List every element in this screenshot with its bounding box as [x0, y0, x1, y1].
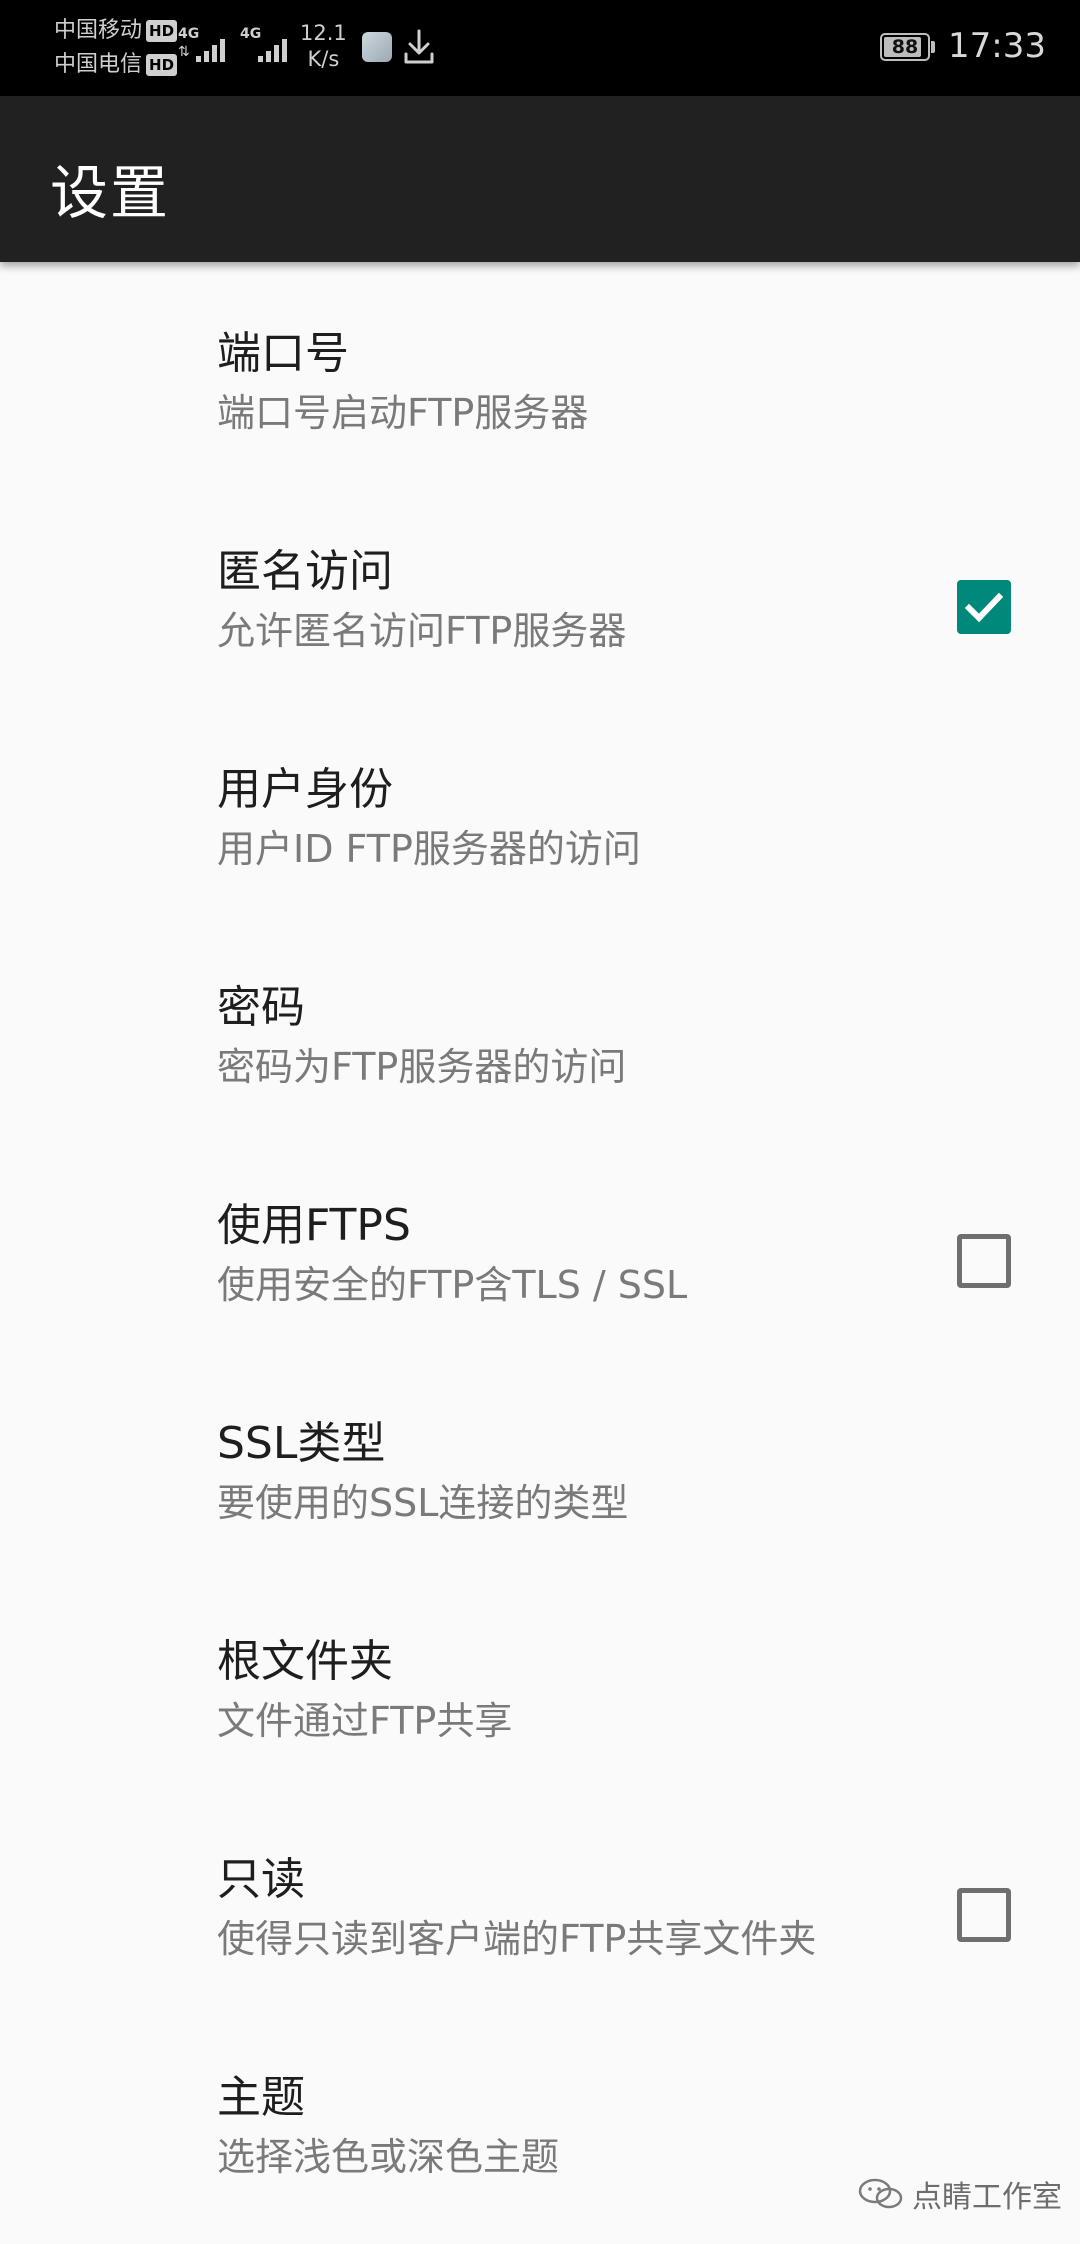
setting-use-ftps[interactable]: 使用FTPS 使用安全的FTP含TLS / SSL [0, 1134, 1080, 1352]
carrier-row: 中国电信 HD [54, 48, 178, 82]
network-speed-value: 12.1 [300, 21, 347, 45]
setting-title: 根文件夹 [217, 1636, 393, 1687]
setting-title: SSL类型 [217, 1418, 386, 1469]
setting-password[interactable]: 密码 密码为FTP服务器的访问 [0, 916, 1080, 1134]
battery-icon: 88 [880, 33, 930, 61]
setting-user-id[interactable]: 用户身份 用户ID FTP服务器的访问 [0, 698, 1080, 916]
carrier-row: 中国移动 HD [54, 14, 178, 48]
status-clock: 17:33 [948, 26, 1046, 66]
battery-percent: 88 [891, 36, 919, 58]
setting-title: 主题 [217, 2072, 305, 2123]
screen: 中国移动 HD 中国电信 HD 4G ⇅ 4G 12.1 K/s 88 17:3… [0, 0, 1080, 2244]
signal-strength-icon: 4G [240, 26, 300, 66]
watermark-text: 点睛工作室 [912, 2180, 1062, 2215]
network-speed-unit: K/s [307, 47, 340, 71]
setting-root-folder[interactable]: 根文件夹 文件通过FTP共享 [0, 1570, 1080, 1788]
setting-summary: 端口号启动FTP服务器 [217, 391, 589, 435]
watermark: 点睛工作室 [858, 2172, 1062, 2216]
signal-bars-icon [196, 34, 228, 62]
status-bar: 中国移动 HD 中国电信 HD 4G ⇅ 4G 12.1 K/s 88 17:3… [0, 0, 1080, 96]
page-title: 设置 [50, 159, 171, 227]
data-activity-icon: ⇅ [178, 44, 190, 60]
download-icon [404, 29, 434, 64]
use-ftps-checkbox[interactable] [957, 1234, 1011, 1288]
setting-summary: 使得只读到客户端的FTP共享文件夹 [217, 1917, 817, 1961]
setting-summary: 选择浅色或深色主题 [217, 2135, 560, 2179]
setting-anonymous-access[interactable]: 匿名访问 允许匿名访问FTP服务器 [0, 480, 1080, 698]
carrier-name: 中国电信 [54, 52, 143, 77]
settings-list: 端口号 端口号启动FTP服务器 匿名访问 允许匿名访问FTP服务器 用户身份 用… [0, 262, 1080, 2224]
hd-badge: HD [146, 54, 178, 76]
setting-title: 端口号 [217, 328, 349, 379]
network-speed: 12.1 K/s [300, 20, 347, 72]
anonymous-access-checkbox[interactable] [957, 580, 1011, 634]
app-notification-icon [362, 32, 392, 62]
setting-summary: 使用安全的FTP含TLS / SSL [217, 1263, 688, 1307]
checkmark-icon [964, 592, 1004, 623]
setting-ssl-type[interactable]: SSL类型 要使用的SSL连接的类型 [0, 1352, 1080, 1570]
setting-summary: 密码为FTP服务器的访问 [217, 1045, 627, 1089]
signal-strength-icon: 4G ⇅ [178, 26, 238, 66]
battery-cap [931, 41, 935, 53]
setting-summary: 用户ID FTP服务器的访问 [217, 827, 641, 871]
setting-summary: 允许匿名访问FTP服务器 [217, 609, 627, 653]
setting-title: 使用FTPS [217, 1200, 411, 1251]
wechat-logo-icon [858, 2178, 903, 2209]
app-toolbar: 设置 [0, 96, 1080, 262]
setting-title: 密码 [217, 982, 305, 1033]
hd-badge: HD [146, 20, 178, 42]
carrier-name: 中国移动 [54, 18, 143, 43]
setting-port[interactable]: 端口号 端口号启动FTP服务器 [0, 262, 1080, 480]
setting-title: 用户身份 [217, 764, 393, 815]
read-only-checkbox[interactable] [957, 1888, 1011, 1942]
setting-read-only[interactable]: 只读 使得只读到客户端的FTP共享文件夹 [0, 1788, 1080, 2006]
setting-title: 只读 [217, 1854, 305, 1905]
setting-summary: 文件通过FTP共享 [217, 1699, 513, 1743]
setting-summary: 要使用的SSL连接的类型 [217, 1481, 629, 1525]
signal-bars-icon [258, 34, 290, 62]
carrier-info: 中国移动 HD 中国电信 HD [54, 14, 178, 82]
setting-title: 匿名访问 [217, 546, 393, 597]
